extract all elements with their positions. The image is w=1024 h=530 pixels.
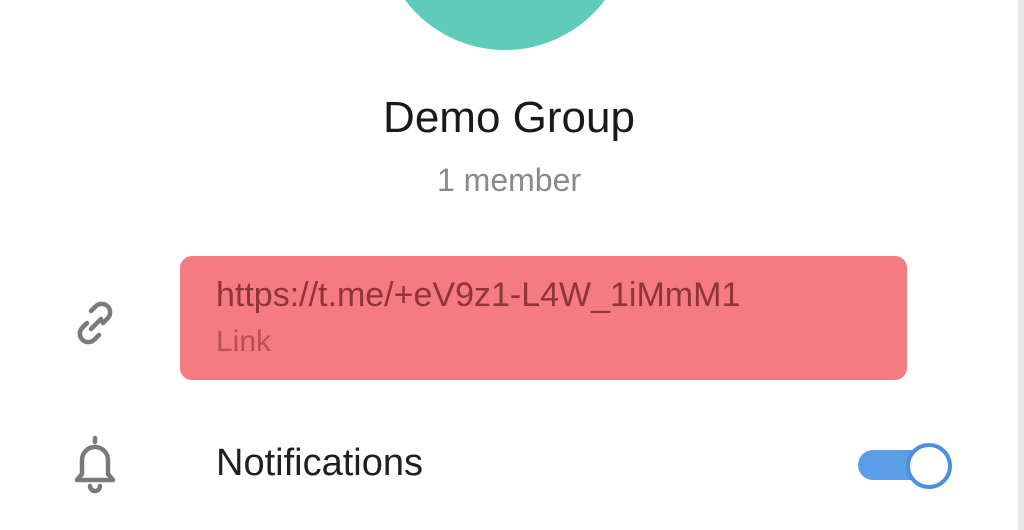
group-avatar[interactable] xyxy=(380,0,630,50)
group-info-page: Demo Group 1 member https://t.me/+eV9z1-… xyxy=(0,0,1024,530)
toggle-knob xyxy=(906,443,952,489)
invite-link-url[interactable]: https://t.me/+eV9z1-L4W_1iMmM1 xyxy=(216,274,907,316)
scrollbar-edge xyxy=(1018,0,1024,530)
invite-link-field[interactable]: https://t.me/+eV9z1-L4W_1iMmM1 Link xyxy=(180,256,907,380)
notifications-toggle[interactable] xyxy=(858,443,952,489)
notifications-row[interactable]: Notifications xyxy=(0,420,1018,510)
member-count[interactable]: 1 member xyxy=(0,161,1018,199)
link-icon xyxy=(62,290,128,356)
invite-link-caption: Link xyxy=(216,325,272,358)
notifications-label: Notifications xyxy=(216,442,423,484)
group-name: Demo Group xyxy=(383,93,635,142)
